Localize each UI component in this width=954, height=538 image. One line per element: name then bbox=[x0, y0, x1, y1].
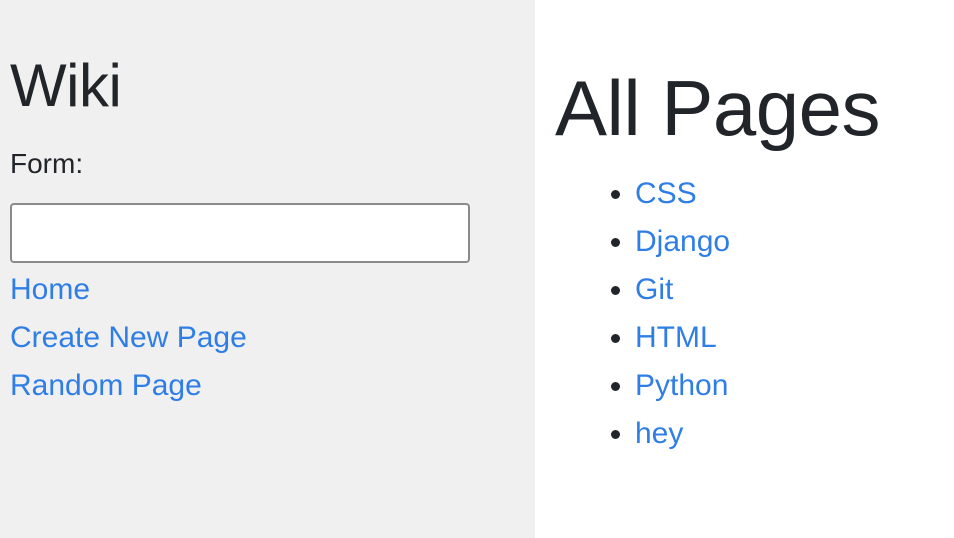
list-item: Python bbox=[635, 362, 730, 410]
sidebar-title: Wiki bbox=[10, 52, 122, 119]
page-link-css[interactable]: CSS bbox=[635, 177, 697, 210]
page-link-hey[interactable]: hey bbox=[635, 417, 683, 450]
page-link-python[interactable]: Python bbox=[635, 369, 728, 402]
page-title: All Pages bbox=[555, 64, 881, 152]
sidebar: Wiki Form: Home Create New Page Random P… bbox=[0, 0, 535, 538]
page-list: CSS Django Git HTML Python hey bbox=[555, 170, 730, 458]
page-link-html[interactable]: HTML bbox=[635, 321, 717, 354]
list-item: Git bbox=[635, 266, 730, 314]
list-item: HTML bbox=[635, 314, 730, 362]
nav-link-home[interactable]: Home bbox=[10, 266, 247, 314]
search-input[interactable] bbox=[10, 203, 470, 263]
main-content: All Pages CSS Django Git HTML Python hey bbox=[535, 0, 954, 538]
nav-link-create-new-page[interactable]: Create New Page bbox=[10, 314, 247, 362]
page-link-django[interactable]: Django bbox=[635, 225, 730, 258]
nav-link-random-page[interactable]: Random Page bbox=[10, 362, 247, 410]
sidebar-nav: Home Create New Page Random Page bbox=[10, 266, 247, 410]
page-link-git[interactable]: Git bbox=[635, 273, 673, 306]
form-label: Form: bbox=[10, 148, 84, 179]
list-item: hey bbox=[635, 410, 730, 458]
app-layout: Wiki Form: Home Create New Page Random P… bbox=[0, 0, 954, 538]
list-item: Django bbox=[635, 218, 730, 266]
list-item: CSS bbox=[635, 170, 730, 218]
